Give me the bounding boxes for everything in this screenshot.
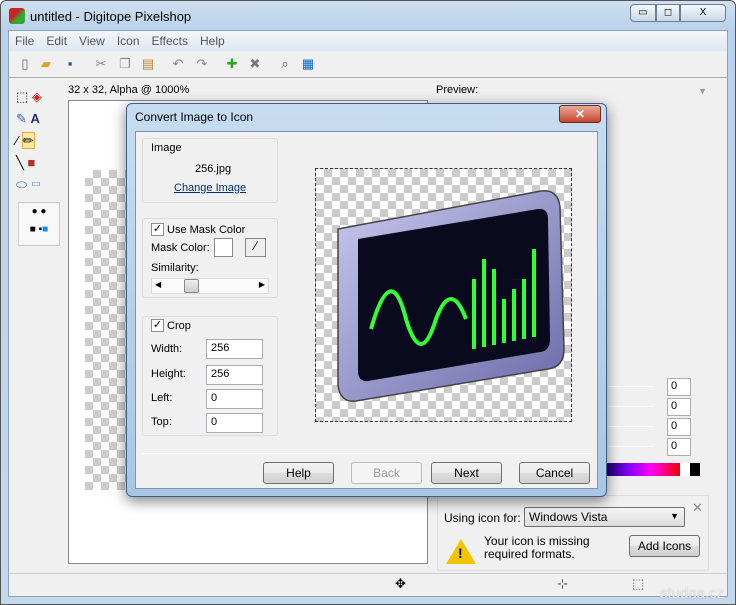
slider-value-4[interactable]: 0	[667, 438, 691, 456]
menu-view[interactable]: View	[73, 31, 111, 48]
left-label: Left:	[151, 392, 173, 404]
dialog-body: Image 256.jpg Change Image ✓ Use Mask Co…	[135, 131, 598, 489]
copy-icon[interactable]: ❐	[116, 55, 134, 73]
grid-icon[interactable]: ▦	[299, 55, 317, 73]
crop-checkbox[interactable]: ✓	[151, 319, 164, 332]
pencil-tool-icon[interactable]: ✏	[21, 132, 35, 149]
save-icon[interactable]: ▪	[61, 55, 79, 73]
add-icons-button[interactable]: Add Icons	[629, 535, 700, 557]
gradient-tool-icon[interactable]: ■	[27, 155, 35, 170]
slider-1[interactable]	[608, 386, 653, 387]
height-input[interactable]: 256	[206, 365, 263, 385]
zoom-icon[interactable]: ⌕	[276, 55, 294, 73]
menu-help[interactable]: Help	[194, 31, 231, 48]
platform-select-value: Windows Vista	[529, 510, 608, 524]
line-tool-icon[interactable]: ╲	[16, 155, 24, 170]
brush-size-picker[interactable]: ● ● ■ ▪■	[18, 202, 60, 246]
slider-2[interactable]	[608, 406, 653, 407]
tools-palette: ⬚ ◈ ✎ A ⁄ ✏ ╲ ■ ⬭ ▭	[16, 86, 62, 196]
slider-value-2[interactable]: 0	[667, 398, 691, 416]
similarity-scrollbar[interactable]: ◀ ▶	[151, 278, 269, 294]
use-mask-label: Use Mask Color	[167, 224, 246, 236]
menu-edit[interactable]: Edit	[40, 31, 73, 48]
mask-color-swatch[interactable]	[214, 238, 233, 257]
mask-color-label: Mask Color:	[151, 242, 210, 254]
using-icon-label: Using icon for:	[444, 511, 521, 525]
use-mask-checkbox[interactable]: ✓	[151, 223, 164, 236]
status-cursor-icon: ✥	[395, 576, 406, 591]
eyedropper-tool-icon[interactable]: ⁄	[16, 133, 18, 148]
new-icon[interactable]: ▯	[16, 55, 34, 73]
slider-value-3[interactable]: 0	[667, 418, 691, 436]
menu-file[interactable]: File	[9, 31, 40, 48]
select-tool-icon[interactable]: ⬚	[16, 89, 28, 104]
height-label: Height:	[151, 368, 186, 380]
window-title: untitled - Digitope Pixelshop	[30, 9, 192, 24]
status-size-icon: ⬚	[632, 576, 645, 591]
dialog-close-button[interactable]: ✕	[559, 105, 601, 123]
similarity-label: Similarity:	[151, 262, 199, 274]
eyedropper-button[interactable]: ⁄	[245, 238, 266, 257]
maximize-button[interactable]: ◻	[656, 4, 680, 22]
chevron-down-icon: ▼	[670, 511, 679, 521]
warning-mark: !	[458, 545, 463, 561]
menu-effects[interactable]: Effects	[146, 31, 194, 48]
picker-tool-icon[interactable]: ✎	[16, 111, 27, 126]
menu-icon[interactable]: Icon	[111, 31, 146, 48]
undo-icon[interactable]: ↶	[169, 55, 187, 73]
status-bar	[9, 573, 727, 596]
scroll-left-icon[interactable]: ◀	[155, 280, 161, 289]
menu-bar: File Edit View Icon Effects Help	[9, 31, 727, 51]
rectangle-tool-icon[interactable]: ▭	[31, 177, 41, 192]
image-legend: Image	[151, 142, 182, 154]
cut-icon[interactable]: ✂	[92, 55, 110, 73]
preview-label: Preview:	[436, 84, 479, 96]
missing-formats-message: Your icon is missing required formats.	[484, 534, 590, 561]
canvas-info: 32 x 32, Alpha @ 1000%	[68, 84, 190, 96]
ellipse-tool-icon[interactable]: ⬭	[16, 177, 27, 192]
slider-3[interactable]	[608, 426, 653, 427]
platform-select[interactable]: Windows Vista ▼	[524, 507, 685, 527]
status-position-icon: ⊹	[557, 576, 568, 591]
text-tool-icon[interactable]: A	[31, 111, 40, 126]
remove-format-icon[interactable]: ✖	[246, 55, 264, 73]
top-label: Top:	[151, 416, 172, 428]
fill-tool-icon[interactable]: ◈	[32, 89, 42, 104]
canvas-image[interactable]	[85, 170, 127, 490]
slider-value-1[interactable]: 0	[667, 378, 691, 396]
left-input[interactable]: 0	[206, 389, 263, 409]
minimize-button[interactable]: ▭	[630, 4, 656, 22]
change-image-link[interactable]: Change Image	[174, 182, 246, 194]
back-button[interactable]: Back	[351, 462, 422, 484]
close-window-button[interactable]: X	[680, 4, 726, 22]
app-logo-icon	[9, 8, 25, 24]
image-filename: 256.jpg	[195, 163, 232, 175]
preview-dropdown-icon[interactable]: ▼	[698, 86, 707, 96]
add-format-icon[interactable]: ✚	[223, 55, 241, 73]
help-button[interactable]: Help	[263, 462, 334, 484]
similarity-thumb[interactable]	[184, 279, 199, 293]
cancel-button[interactable]: Cancel	[519, 462, 590, 484]
color-spectrum[interactable]	[600, 463, 700, 476]
paste-icon[interactable]: ▤	[139, 55, 157, 73]
watermark: studna.cz	[660, 585, 725, 602]
image-preview[interactable]	[315, 168, 572, 422]
crop-label: Crop	[167, 320, 191, 332]
redo-icon[interactable]: ↷	[193, 55, 211, 73]
width-label: Width:	[151, 343, 183, 355]
next-button[interactable]: Next	[431, 462, 502, 484]
convert-dialog: Convert Image to Icon ✕ Image 256.jpg Ch…	[126, 103, 607, 497]
dialog-title: Convert Image to Icon	[135, 110, 254, 124]
open-icon[interactable]: ▰	[37, 55, 55, 73]
scroll-right-icon[interactable]: ▶	[259, 280, 265, 289]
slider-4[interactable]	[608, 446, 653, 447]
monitor-image	[337, 190, 565, 402]
close-notice-icon[interactable]: ✕	[692, 500, 703, 516]
divider	[142, 453, 592, 454]
top-input[interactable]: 0	[206, 413, 263, 433]
width-input[interactable]: 256	[206, 339, 263, 359]
